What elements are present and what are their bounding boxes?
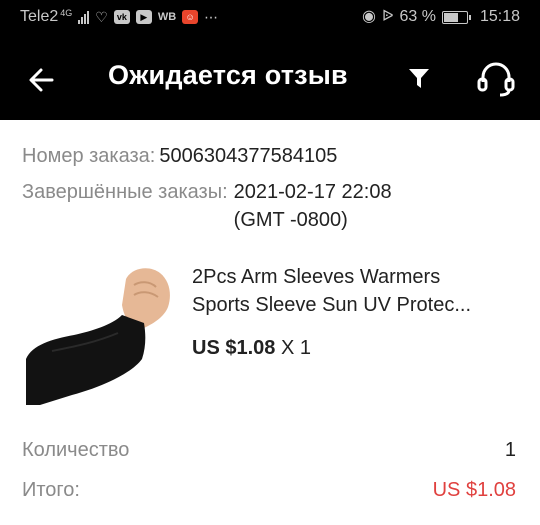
- back-button[interactable]: [26, 64, 58, 96]
- order-summary: Количество 1 Итого: US $1.08: [22, 436, 516, 504]
- youtube-icon: ▶: [135, 10, 152, 24]
- product-title-line2: Sports Sleeve Sun UV Protec...: [192, 294, 472, 316]
- aliexpress-icon: ☺: [182, 10, 199, 24]
- quantity-label: Количество: [22, 439, 130, 461]
- completed-orders-label: Завершённые заказы:: [22, 181, 228, 203]
- filter-button[interactable]: [405, 64, 433, 92]
- wb-icon: WB: [157, 11, 177, 23]
- total-label: Итого:: [22, 479, 80, 501]
- product-title[interactable]: 2Pcs Arm Sleeves Warmers Sports Sleeve S…: [192, 263, 522, 319]
- status-bar: Tele2 4G ♡ vk ▶ WB ☺ ⋯ ◉ ᐉ 63 % 15:18: [0, 0, 540, 38]
- order-number-label: Номер заказа:: [22, 145, 156, 167]
- battery-percent: 63 %: [399, 8, 436, 25]
- order-number-value: 5006304377584105: [159, 145, 338, 167]
- battery-icon: [441, 10, 471, 24]
- more-icon: ⋯: [204, 9, 219, 25]
- app-bar: Ожидается отзыв: [0, 38, 540, 120]
- product-price-row: US $1.08 X 1: [192, 337, 311, 360]
- completed-date: 2021-02-17 22:08: [233, 181, 392, 203]
- headset-icon: [477, 62, 515, 97]
- signal-icon: [78, 10, 90, 24]
- arm-sleeve-image: [22, 255, 182, 413]
- product-quantity: X 1: [280, 337, 311, 359]
- carrier-label: Tele2: [20, 8, 59, 25]
- bluetooth-icon: ᐉ: [381, 8, 394, 25]
- product-title-line1: 2Pcs Arm Sleeves Warmers: [192, 266, 441, 288]
- page-title: Ожидается отзыв: [108, 60, 348, 90]
- vk-icon: vk: [113, 10, 130, 24]
- order-info: Номер заказа: 5006304377584105 Завершённ…: [22, 142, 392, 234]
- heart-icon: ♡: [95, 9, 108, 25]
- back-arrow-icon: [29, 68, 54, 92]
- status-time: 15:18: [479, 8, 520, 25]
- support-button[interactable]: [476, 60, 516, 98]
- filter-icon: [409, 69, 429, 88]
- total-value: US $1.08: [432, 479, 516, 501]
- network-label: 4G: [60, 8, 73, 18]
- product-price: US $1.08: [192, 337, 276, 359]
- completed-timezone: (GMT -0800): [233, 209, 348, 231]
- quantity-value: 1: [504, 439, 516, 461]
- eye-icon: ◉: [361, 8, 376, 25]
- product-item[interactable]: 2Pcs Arm Sleeves Warmers Sports Sleeve S…: [22, 255, 522, 415]
